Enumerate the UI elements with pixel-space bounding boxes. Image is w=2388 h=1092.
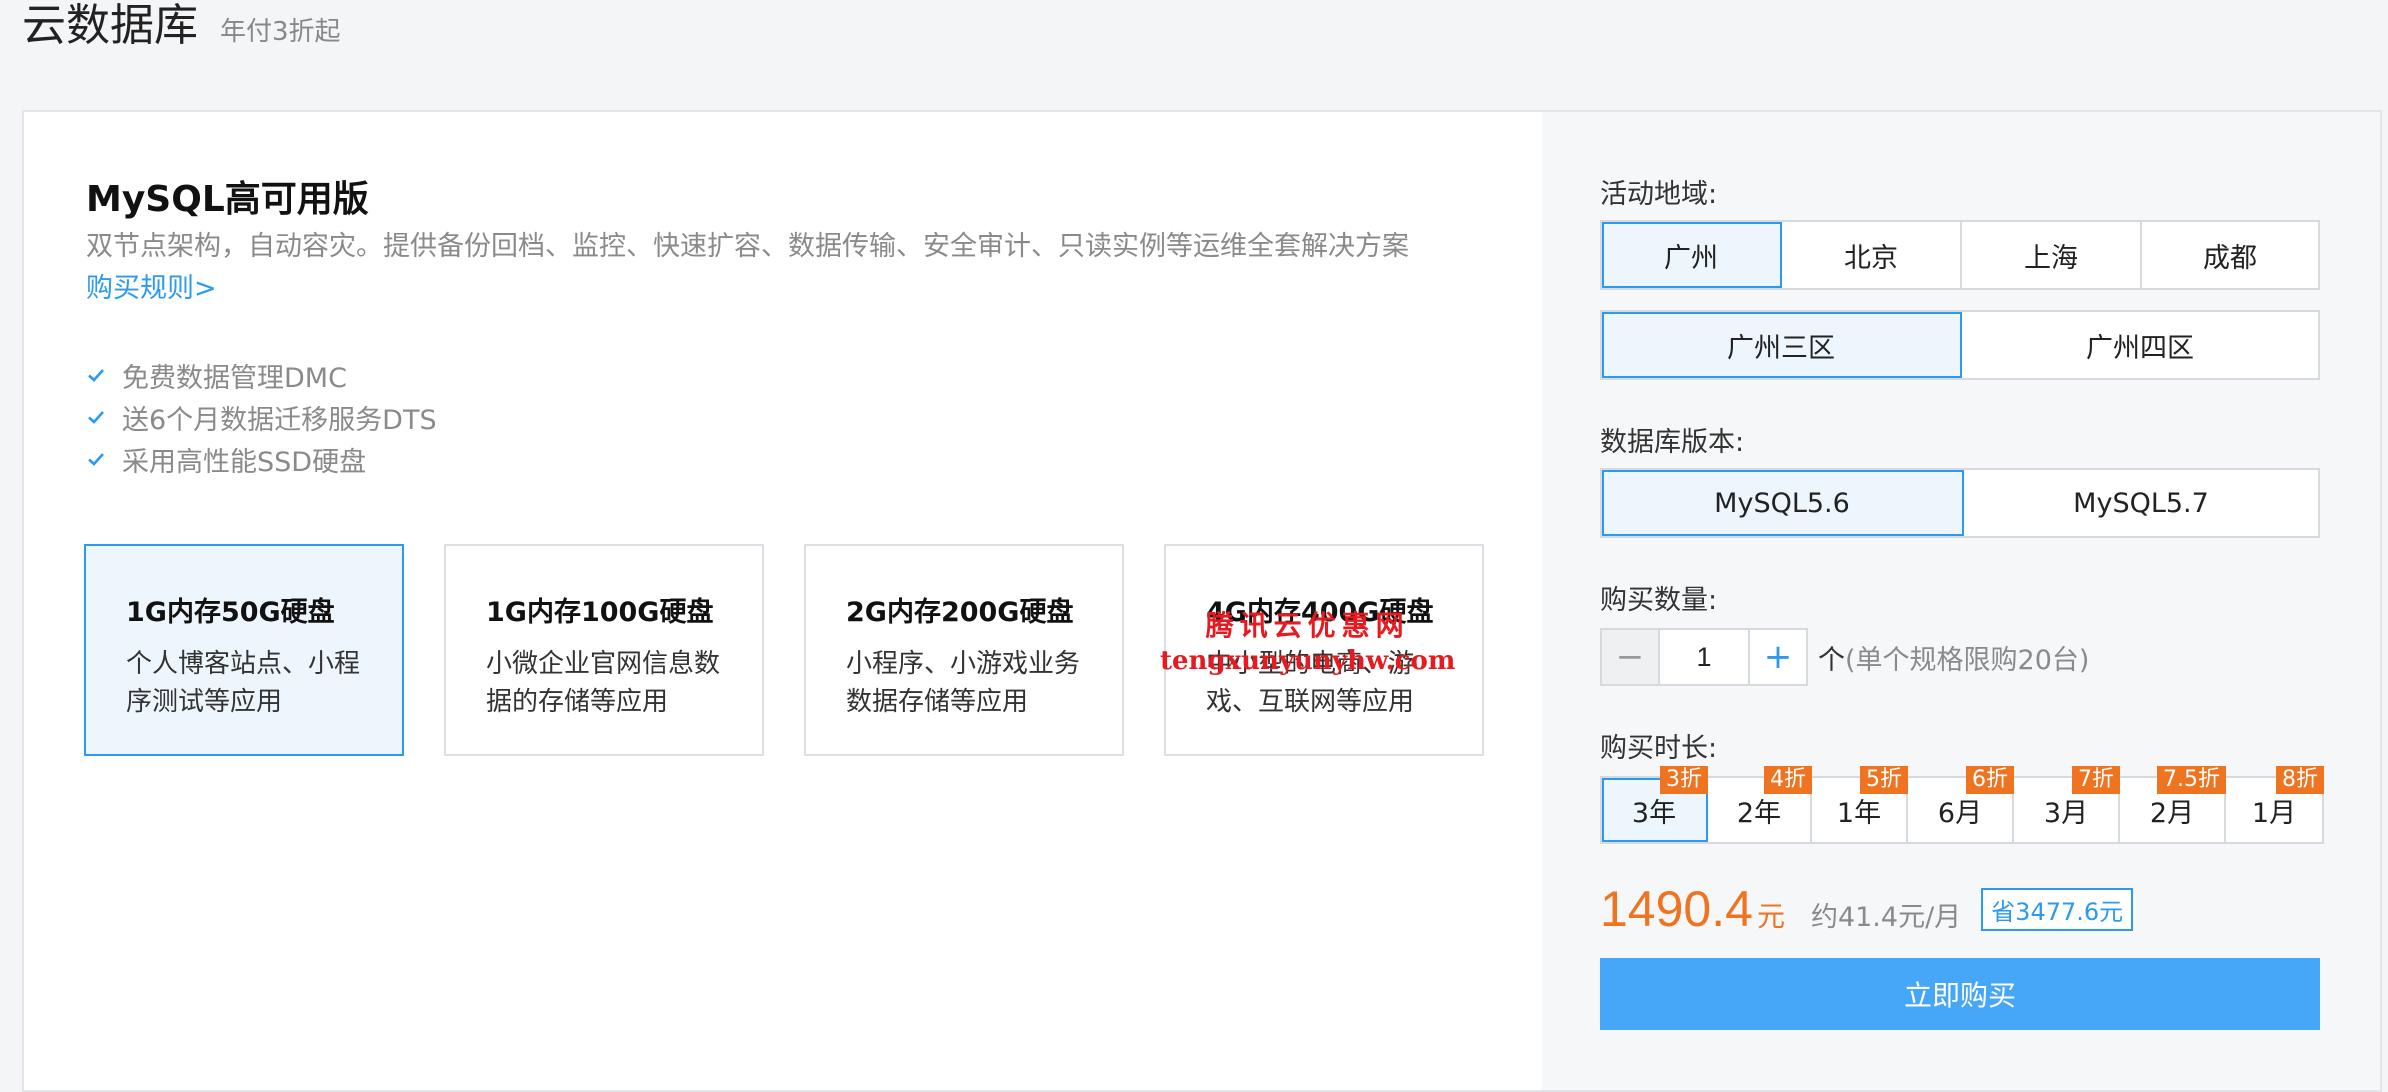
quantity-limit-note: (单个规格限购20台) [1845, 644, 2090, 676]
quantity-plus-button[interactable]: + [1750, 630, 1806, 684]
version-option-mysql56[interactable]: MySQL5.6 [1602, 470, 1964, 536]
discount-badge: 7折 [2072, 766, 2120, 794]
price-row: 1490.4 元 约41.4元/月 省3477.6元 [1600, 880, 2134, 938]
duration-text: 2年 [1736, 797, 1782, 829]
spec-title: 4G内存400G硬盘 [1206, 597, 1434, 628]
region-option-chengdu[interactable]: 成都 [2142, 222, 2318, 288]
duration-option-3y[interactable]: 3年 3折 [1602, 766, 1708, 842]
discount-badge: 8折 [2276, 766, 2324, 794]
duration-text: 3月 [2043, 797, 2089, 829]
quantity-unit: 个 [1818, 644, 1845, 676]
product-card: MySQL高可用版 双节点架构，自动容灾。提供备份回档、监控、快速扩容、数据传输… [22, 110, 2382, 1092]
spec-description: 小程序、小游戏业务数据存储等应用 [846, 649, 1081, 717]
zone-option-guangzhou-3[interactable]: 广州三区 [1602, 312, 1962, 378]
duration-selector: 3年 3折 2年 4折 1年 5折 6月 6折 3月 7折 2月 7.5折 1月… [1600, 766, 2324, 844]
discount-badge: 7.5折 [2157, 766, 2226, 794]
spec-description: 中小型的电商、游戏、互联网等应用 [1206, 649, 1415, 717]
page-title: 云数据库 [22, 0, 198, 51]
feature-text: 免费数据管理DMC [122, 362, 347, 394]
spec-description: 小微企业官网信息数据的存储等应用 [486, 649, 721, 717]
version-selector: MySQL5.6 MySQL5.7 [1600, 468, 2320, 538]
quantity-stepper: − + [1600, 628, 1808, 686]
feature-item: 采用高性能SSD硬盘 [86, 438, 437, 480]
monthly-price: 约41.4元/月 [1810, 902, 1962, 933]
spec-option-4g-400g[interactable]: 4G内存400G硬盘 中小型的电商、游戏、互联网等应用 [1164, 544, 1484, 756]
spec-title: 1G内存50G硬盘 [126, 597, 335, 628]
version-label: 数据库版本: [1600, 427, 1745, 458]
duration-text: 1月 [2251, 797, 2297, 829]
version-option-mysql57[interactable]: MySQL5.7 [1964, 470, 2318, 536]
region-option-shanghai[interactable]: 上海 [1962, 222, 2142, 288]
duration-text: 2月 [2149, 797, 2195, 829]
product-description: 双节点架构，自动容灾。提供备份回档、监控、快速扩容、数据传输、安全审计、只读实例… [86, 231, 1409, 262]
discount-badge: 5折 [1860, 766, 1908, 794]
spec-title: 1G内存100G硬盘 [486, 597, 714, 628]
duration-text: 6月 [1937, 797, 1983, 829]
check-icon [86, 449, 106, 469]
duration-option-2y[interactable]: 2年 4折 [1708, 766, 1812, 842]
spec-option-1g-50g[interactable]: 1G内存50G硬盘 个人博客站点、小程序测试等应用 [84, 544, 404, 756]
spec-option-2g-200g[interactable]: 2G内存200G硬盘 小程序、小游戏业务数据存储等应用 [804, 544, 1124, 756]
duration-text: 1年 [1836, 797, 1882, 829]
page-header: 云数据库 年付3折起 [22, 0, 341, 60]
duration-label: 购买时长: [1600, 733, 1718, 764]
feature-item: 免费数据管理DMC [86, 354, 437, 396]
duration-text: 3年 [1631, 797, 1677, 829]
region-selector: 广州 北京 上海 成都 [1600, 220, 2320, 290]
product-name: MySQL高可用版 [86, 179, 369, 220]
quantity-input[interactable] [1658, 630, 1750, 684]
purchase-config-panel: 活动地域: 广州 北京 上海 成都 广州三区 广州四区 数据库版本: MySQL… [1542, 112, 2380, 1090]
quantity-row: − + 个 (单个规格限购20台) [1600, 628, 2089, 686]
duration-option-6m[interactable]: 6月 6折 [1908, 766, 2014, 842]
duration-option-1m[interactable]: 1月 8折 [2226, 766, 2324, 842]
zone-option-guangzhou-4[interactable]: 广州四区 [1962, 312, 2318, 378]
check-icon [86, 365, 106, 385]
duration-option-2m[interactable]: 2月 7.5折 [2120, 766, 2226, 842]
zone-selector: 广州三区 广州四区 [1600, 310, 2320, 380]
feature-list: 免费数据管理DMC 送6个月数据迁移服务DTS 采用高性能SSD硬盘 [86, 354, 437, 480]
region-option-beijing[interactable]: 北京 [1782, 222, 1962, 288]
discount-badge: 3折 [1660, 766, 1708, 794]
discount-badge: 4折 [1764, 766, 1812, 794]
page-subtitle: 年付3折起 [220, 17, 341, 47]
duration-option-1y[interactable]: 1年 5折 [1812, 766, 1908, 842]
product-info-panel: MySQL高可用版 双节点架构，自动容灾。提供备份回档、监控、快速扩容、数据传输… [24, 112, 1542, 1090]
feature-text: 采用高性能SSD硬盘 [122, 446, 367, 478]
price-amount: 1490.4 [1600, 881, 1753, 937]
discount-badge: 6折 [1966, 766, 2014, 794]
spec-option-1g-100g[interactable]: 1G内存100G硬盘 小微企业官网信息数据的存储等应用 [444, 544, 764, 756]
spec-title: 2G内存200G硬盘 [846, 597, 1074, 628]
buy-now-button[interactable]: 立即购买 [1600, 958, 2320, 1030]
quantity-label: 购买数量: [1600, 585, 1718, 616]
region-label: 活动地域: [1600, 179, 1718, 210]
quantity-minus-button[interactable]: − [1602, 630, 1658, 684]
region-option-guangzhou[interactable]: 广州 [1602, 222, 1782, 288]
check-icon [86, 407, 106, 427]
spec-options: 1G内存50G硬盘 个人博客站点、小程序测试等应用 1G内存100G硬盘 小微企… [84, 544, 1484, 756]
price-unit: 元 [1756, 900, 1785, 933]
buy-rules-link[interactable]: 购买规则> [86, 266, 217, 305]
spec-description: 个人博客站点、小程序测试等应用 [126, 649, 361, 717]
feature-item: 送6个月数据迁移服务DTS [86, 396, 437, 438]
feature-text: 送6个月数据迁移服务DTS [122, 404, 437, 436]
duration-option-3m[interactable]: 3月 7折 [2014, 766, 2120, 842]
saving-badge: 省3477.6元 [1981, 887, 2134, 931]
